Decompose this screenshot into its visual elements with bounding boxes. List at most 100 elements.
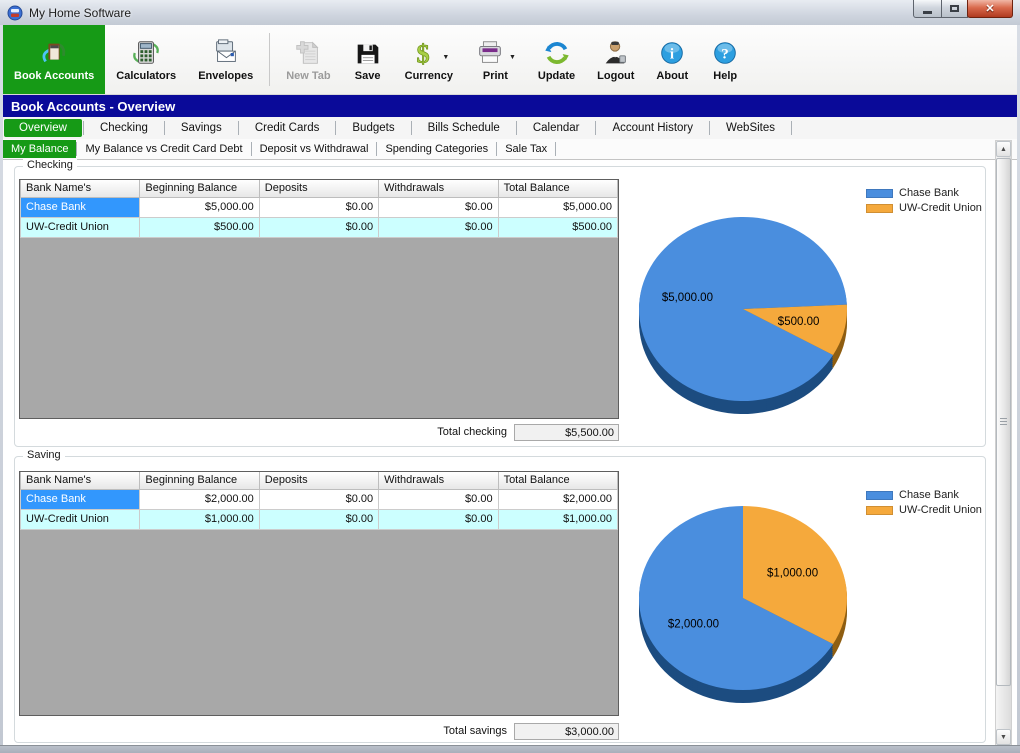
app-window: My Home Software ✕ Book Accounts	[0, 0, 1020, 753]
toolbar-button-label: Print	[483, 70, 508, 82]
toolbar-separator	[269, 33, 270, 86]
subtab-my-balance[interactable]: My Balance	[3, 140, 76, 158]
subtab-deposit-vs-withdrawal[interactable]: Deposit vs Withdrawal	[252, 140, 377, 158]
toolbar-button-label: Save	[355, 70, 381, 82]
svg-text:$2,000.00: $2,000.00	[668, 618, 719, 630]
legend-label: UW-Credit Union	[899, 504, 982, 516]
currency-button[interactable]: $ ▼ Currency	[394, 25, 464, 94]
column-header[interactable]: Deposits	[259, 180, 378, 197]
tab-credit-cards[interactable]: Credit Cards	[240, 119, 335, 137]
tab-separator	[411, 121, 412, 135]
tab-separator	[791, 121, 792, 135]
legend-item: Chase Bank	[866, 489, 982, 501]
minimize-icon	[923, 11, 932, 14]
column-header[interactable]: Beginning Balance	[140, 180, 259, 197]
svg-text:$500.00: $500.00	[778, 316, 820, 328]
subtab-sale-tax[interactable]: Sale Tax	[497, 140, 555, 158]
book-accounts-icon	[39, 38, 69, 68]
toolbar-button-label: Help	[713, 70, 737, 82]
column-header[interactable]: Total Balance	[498, 180, 617, 197]
title-bar[interactable]: My Home Software ✕	[0, 0, 1020, 25]
deposits-cell: $0.00	[259, 509, 378, 529]
table-row[interactable]: Chase Bank $5,000.00 $0.00 $0.00 $5,000.…	[21, 197, 618, 217]
bank-name-cell[interactable]: Chase Bank	[21, 197, 140, 217]
scroll-down-button[interactable]: ▼	[996, 729, 1011, 745]
tab-budgets[interactable]: Budgets	[337, 119, 409, 137]
envelopes-icon	[211, 38, 241, 68]
checking-total-row: Total checking$5,500.00	[19, 424, 619, 441]
tab-checking[interactable]: Checking	[85, 119, 163, 137]
envelopes-button[interactable]: Envelopes	[187, 25, 264, 94]
legend-swatch-uw-credit-union	[866, 204, 893, 213]
column-header[interactable]: Beginning Balance	[140, 472, 259, 489]
tab-separator	[238, 121, 239, 135]
print-icon	[475, 38, 505, 68]
print-dropdown-arrow[interactable]: ▼	[509, 54, 516, 61]
tab-calendar[interactable]: Calendar	[518, 119, 595, 137]
legend-item: UW-Credit Union	[866, 202, 982, 214]
window-frame-bottom	[0, 745, 1020, 753]
minimize-button[interactable]	[913, 0, 942, 18]
subtab-spending-categories[interactable]: Spending Categories	[377, 140, 496, 158]
toolbar-button-label: Envelopes	[198, 70, 253, 82]
calculators-button[interactable]: Calculators	[105, 25, 187, 94]
total-checking-field[interactable]: $5,500.00	[514, 424, 619, 441]
tab-overview[interactable]: Overview	[4, 119, 82, 137]
new-tab-icon	[293, 38, 323, 68]
new-tab-button[interactable]: New Tab	[275, 25, 341, 94]
maximize-button[interactable]	[941, 0, 968, 18]
saving-group: Saving Bank Name's Beginning Balance Dep…	[14, 456, 986, 743]
tab-savings[interactable]: Savings	[166, 119, 237, 137]
currency-dropdown-arrow[interactable]: ▼	[442, 54, 449, 61]
close-button[interactable]: ✕	[967, 0, 1013, 18]
print-button[interactable]: ▼ Print	[464, 25, 527, 94]
save-button[interactable]: Save	[342, 25, 394, 94]
svg-text:i: i	[670, 46, 674, 62]
tab-bills-schedule[interactable]: Bills Schedule	[413, 119, 515, 137]
app-icon	[7, 5, 23, 21]
table-row[interactable]: UW-Credit Union $1,000.00 $0.00 $0.00 $1…	[21, 509, 618, 529]
about-button[interactable]: i About	[645, 25, 699, 94]
saving-group-label: Saving	[23, 449, 65, 461]
chart-legend: Chase Bank UW-Credit Union	[866, 187, 982, 217]
table-row[interactable]: UW-Credit Union $500.00 $0.00 $0.00 $500…	[21, 217, 618, 237]
toolbar-button-label: Update	[538, 70, 575, 82]
scroll-down-icon: ▼	[1000, 734, 1007, 741]
scroll-up-icon: ▲	[1000, 146, 1007, 153]
logout-icon	[601, 38, 631, 68]
calculator-icon	[131, 38, 161, 68]
subtab-balance-vs-credit-card-debt[interactable]: My Balance vs Credit Card Debt	[77, 140, 250, 158]
checking-table: Bank Name's Beginning Balance Deposits W…	[19, 179, 619, 419]
tab-separator	[335, 121, 336, 135]
column-header[interactable]: Withdrawals	[379, 472, 498, 489]
bank-name-cell[interactable]: Chase Bank	[21, 489, 140, 509]
column-header[interactable]: Deposits	[259, 472, 378, 489]
scroll-up-button[interactable]: ▲	[996, 141, 1011, 157]
scrollbar-thumb[interactable]	[996, 158, 1011, 686]
update-button[interactable]: Update	[527, 25, 586, 94]
total-savings-field[interactable]: $3,000.00	[514, 723, 619, 740]
book-accounts-button[interactable]: Book Accounts	[3, 25, 105, 94]
column-header[interactable]: Bank Name's	[21, 472, 140, 489]
tab-websites[interactable]: WebSites	[711, 119, 790, 137]
logout-button[interactable]: Logout	[586, 25, 645, 94]
help-icon: ?	[710, 38, 740, 68]
withdrawals-cell: $0.00	[379, 489, 498, 509]
legend-label: Chase Bank	[899, 489, 959, 501]
total-savings-label: Total savings	[443, 725, 507, 737]
tab-account-history[interactable]: Account History	[597, 119, 708, 137]
legend-swatch-chase-bank	[866, 491, 893, 500]
bank-name-cell[interactable]: UW-Credit Union	[21, 217, 140, 237]
vertical-scrollbar[interactable]: ▲ ▼	[995, 140, 1012, 746]
window-title: My Home Software	[29, 6, 131, 20]
column-header[interactable]: Bank Name's	[21, 180, 140, 197]
help-button[interactable]: ? Help	[699, 25, 751, 94]
tab-separator	[709, 121, 710, 135]
bank-name-cell[interactable]: UW-Credit Union	[21, 509, 140, 529]
column-header[interactable]: Withdrawals	[379, 180, 498, 197]
beginning-balance-cell: $500.00	[140, 217, 259, 237]
content-panel: Checking Bank Name's Beginning Balance D…	[3, 160, 1017, 745]
table-row[interactable]: Chase Bank $2,000.00 $0.00 $0.00 $2,000.…	[21, 489, 618, 509]
saving-table: Bank Name's Beginning Balance Deposits W…	[19, 471, 619, 716]
column-header[interactable]: Total Balance	[498, 472, 617, 489]
